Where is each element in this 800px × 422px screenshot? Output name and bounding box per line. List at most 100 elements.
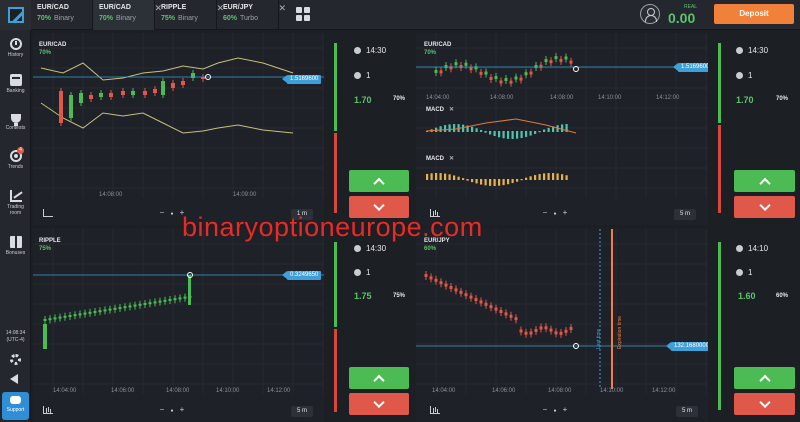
zoom-reset-icon[interactable]: ● (550, 211, 560, 217)
macd-histogram-bar (547, 127, 550, 132)
layout-grid-icon[interactable] (296, 7, 310, 21)
zoom-in-icon[interactable]: + (560, 405, 570, 414)
call-button[interactable] (734, 367, 795, 389)
sound-icon[interactable] (10, 374, 18, 384)
chart-panel-1[interactable]: EUR/CAD 70% 1.5169600 14:08:00 14:09:00 … (33, 33, 324, 225)
asset-tab-pct: 75% (161, 15, 176, 22)
candle (173, 298, 177, 301)
macd-histogram-bar (538, 131, 541, 133)
sidebar-item-bonuses[interactable]: Bonuses (0, 236, 31, 256)
put-button[interactable] (349, 393, 409, 415)
gear-icon[interactable] (10, 354, 21, 365)
macd-histogram-bar (507, 179, 510, 185)
timeframe-button[interactable]: 5 m (291, 406, 313, 417)
candle (554, 56, 558, 60)
clock-icon (736, 47, 743, 54)
chart-canvas[interactable] (33, 33, 324, 225)
asset-tab-type: Binary (54, 15, 74, 22)
macd-histogram-bar (462, 178, 465, 180)
sidebar-item-trends[interactable]: 4 Trends (0, 147, 31, 170)
close-icon[interactable]: ✕ (278, 3, 286, 14)
expiry-time[interactable]: 14:30 (354, 46, 386, 55)
investment-amount[interactable]: 1 (736, 71, 752, 80)
candle (489, 77, 493, 81)
drawing-tools-icon[interactable] (43, 209, 53, 217)
timeframe-button[interactable]: 5 m (674, 209, 696, 220)
zoom-reset-icon[interactable]: ● (167, 211, 177, 217)
zoom-controls: − ● + (157, 405, 187, 414)
call-button[interactable] (349, 170, 409, 192)
put-button[interactable] (734, 196, 795, 218)
candle (424, 274, 428, 277)
chart-asset-name: EUR/CAD (424, 42, 452, 48)
logo[interactable] (0, 0, 31, 30)
candle (559, 58, 563, 62)
put-button[interactable] (734, 393, 795, 415)
macd-histogram-bar (489, 179, 492, 186)
call-button[interactable] (349, 367, 409, 389)
trade-panel-1: 14:30 1 1.70 70% (324, 33, 412, 225)
asset-tab-4[interactable]: EUR/JPY 60% Turbo ✕ (217, 0, 286, 30)
coin-icon (736, 269, 743, 276)
macd-histogram-bar (529, 176, 532, 180)
investment-amount[interactable]: 1 (736, 268, 752, 277)
timeframe-button[interactable]: 5 m (676, 406, 698, 417)
candle (168, 299, 172, 301)
candle (158, 300, 162, 303)
macd-histogram-bar (507, 131, 510, 139)
chart-panel-4[interactable]: EUR/JPY 60% 132.1680000 Last time Expira… (416, 229, 708, 422)
gift-icon (9, 236, 22, 248)
zoom-out-icon[interactable]: − (157, 208, 167, 217)
candle (564, 329, 568, 333)
investment-amount[interactable]: 1 (354, 71, 370, 80)
indicators-icon[interactable] (430, 406, 440, 414)
asset-tab-3[interactable]: RIPPLE 75% Binary ✕ (155, 0, 224, 30)
expiry-time[interactable]: 14:30 (736, 46, 768, 55)
chart-panel-3[interactable]: RIPPLE 75% 0.3249650 14:04:00 14:06:00 1… (33, 229, 324, 422)
chart-canvas[interactable] (416, 33, 708, 225)
candle (108, 308, 112, 311)
chart-payout-pct: 75% (39, 246, 52, 252)
asset-tab-2[interactable]: EUR/CAD 70% Binary ✕ (93, 0, 162, 30)
candle (143, 303, 147, 305)
zoom-reset-icon[interactable]: ● (550, 408, 560, 414)
arrow-up-icon (373, 374, 385, 387)
support-button[interactable]: Support (2, 392, 29, 420)
candle (99, 93, 103, 97)
chart-panel-2[interactable]: EUR/CAD 70% 1.5169600 14:04:00 14:08:00 … (416, 33, 708, 225)
sidebar-item-contests[interactable]: Contests (0, 114, 31, 131)
time-label: 14:04:00 (426, 95, 450, 101)
time-label: 14:10:00 (216, 388, 240, 394)
zoom-out-icon[interactable]: − (540, 405, 550, 414)
zoom-in-icon[interactable]: + (177, 405, 187, 414)
arrow-down-icon (373, 199, 385, 212)
macd-histogram-bar (516, 179, 519, 182)
payout-value: 1.70 (736, 95, 754, 105)
expiry-time[interactable]: 14:30 (354, 244, 386, 253)
expiry-time[interactable]: 14:10 (736, 244, 768, 253)
investment-amount[interactable]: 1 (354, 268, 370, 277)
close-icon[interactable]: ✕ (449, 107, 454, 113)
macd-histogram-bar (453, 175, 456, 180)
macd-histogram-bar (520, 131, 523, 139)
indicators-icon[interactable] (43, 406, 53, 414)
asset-tab-1[interactable]: EUR/CAD 70%Binary ✕ (31, 0, 100, 30)
deposit-button[interactable]: Deposit (714, 4, 794, 24)
candle (444, 65, 448, 69)
zoom-reset-icon[interactable]: ● (167, 408, 177, 414)
sidebar-item-history[interactable]: History (0, 38, 31, 58)
balance-value[interactable]: 0.00 (668, 10, 695, 26)
zoom-in-icon[interactable]: + (560, 208, 570, 217)
avatar[interactable] (640, 4, 660, 24)
candle (113, 307, 117, 310)
candle (449, 286, 453, 289)
sidebar-item-trading-room[interactable]: Trading room (0, 190, 31, 216)
zoom-out-icon[interactable]: − (157, 405, 167, 414)
call-button[interactable] (734, 170, 795, 192)
sidebar-item-banking[interactable]: Banking (0, 74, 31, 94)
expiration-time-label: Expiration time (617, 315, 623, 349)
time-label: 14:08:00 (548, 388, 572, 394)
close-icon[interactable]: ✕ (449, 156, 454, 162)
macd-histogram-bar (561, 124, 564, 132)
zoom-out-icon[interactable]: − (540, 208, 550, 217)
